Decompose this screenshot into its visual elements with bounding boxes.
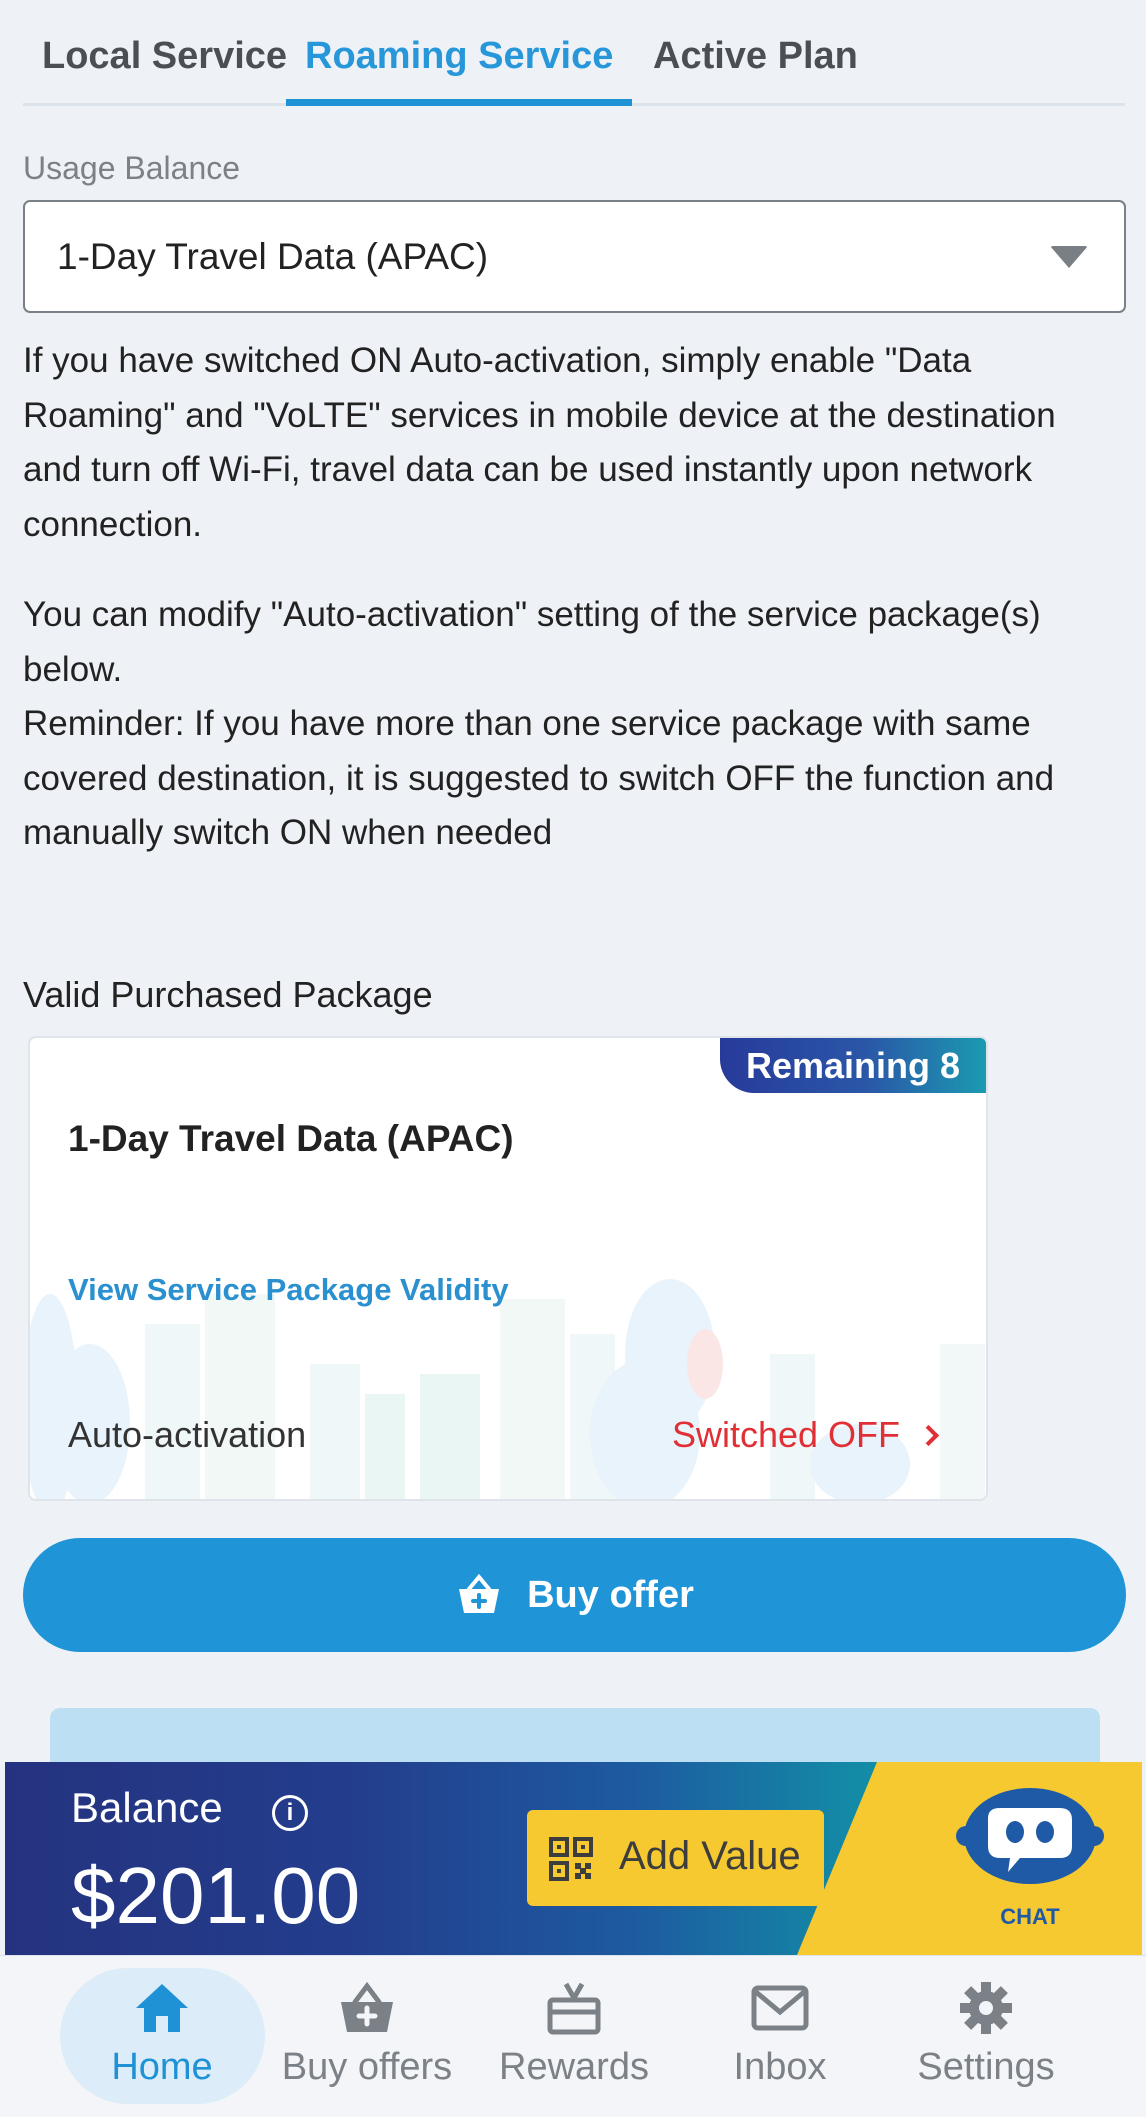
usage-balance-selected: 1-Day Travel Data (APAC)	[57, 236, 489, 277]
qr-code-icon	[549, 1837, 593, 1881]
roaming-service-page: Local Service Roaming Service Active Pla…	[0, 0, 1146, 2117]
reminder-text: Reminder: If you have more than one serv…	[23, 704, 1055, 852]
auto-activation-toggle[interactable]: Switched OFF	[672, 1414, 938, 1456]
nav-rewards[interactable]: Rewards	[474, 1956, 674, 2117]
remaining-badge: Remaining 8	[720, 1038, 986, 1093]
nav-buy-offers-label: Buy offers	[281, 2046, 453, 2088]
auto-activation-status: Switched OFF	[671, 1414, 900, 1455]
info-icon[interactable]: i	[272, 1795, 308, 1831]
add-value-button[interactable]: Add Value	[527, 1810, 824, 1906]
tab-local-service[interactable]: Local Service	[23, 28, 306, 106]
caret-down-icon	[1050, 246, 1088, 268]
nav-inbox[interactable]: Inbox	[680, 1956, 880, 2117]
balance-label: Balance	[71, 1784, 223, 1831]
nav-rewards-label: Rewards	[499, 2046, 649, 2088]
auto-activation-info: If you have switched ON Auto-activation,…	[23, 341, 1056, 544]
usage-balance-select[interactable]: 1-Day Travel Data (APAC)	[23, 200, 1126, 313]
valid-package-label: Valid Purchased Package	[23, 974, 433, 1015]
chat-label: CHAT	[1000, 1904, 1060, 1929]
package-title: 1-Day Travel Data (APAC)	[68, 1118, 514, 1159]
gift-icon	[547, 1982, 601, 2035]
view-validity-link[interactable]: View Service Package Validity	[68, 1272, 509, 1308]
bottom-navigation: Home Buy offers Rewards Inbox Settings	[0, 1955, 1146, 2117]
nav-home[interactable]: Home	[62, 1956, 262, 2117]
basket-icon	[341, 1981, 393, 2032]
tab-active-plan[interactable]: Active Plan	[634, 28, 877, 106]
balance-value: $201.00	[71, 1851, 361, 1940]
buy-offer-button[interactable]: Buy offer	[23, 1538, 1126, 1652]
nav-home-label: Home	[111, 2046, 213, 2088]
mail-icon	[751, 1985, 809, 2031]
nav-settings-label: Settings	[917, 2046, 1055, 2088]
gear-icon	[960, 1982, 1012, 2034]
chat-bot-icon	[956, 1788, 1104, 1884]
modify-info: You can modify "Auto-activation" setting…	[23, 588, 1123, 861]
package-card: Remaining 8 1-Day Travel Data (APAC) Vie…	[28, 1036, 988, 1501]
modify-text: You can modify "Auto-activation" setting…	[23, 595, 1041, 689]
buy-offer-label: Buy offer	[527, 1573, 694, 1616]
nav-buy-offers[interactable]: Buy offers	[267, 1956, 467, 2117]
nav-settings[interactable]: Settings	[886, 1956, 1086, 2117]
balance-bar: Balance i $201.00 Add Value CHAT	[5, 1762, 1142, 1955]
home-icon	[136, 1984, 188, 2032]
chat-bot-button[interactable]: CHAT	[950, 1786, 1110, 1946]
nav-inbox-label: Inbox	[733, 2046, 827, 2088]
auto-activation-label: Auto-activation	[68, 1414, 307, 1455]
service-tabs: Local Service Roaming Service Active Pla…	[23, 0, 1125, 106]
add-value-label: Add Value	[619, 1834, 801, 1878]
tab-roaming-service[interactable]: Roaming Service	[286, 28, 633, 106]
basket-icon	[459, 1573, 500, 1613]
usage-balance-label: Usage Balance	[23, 150, 241, 186]
